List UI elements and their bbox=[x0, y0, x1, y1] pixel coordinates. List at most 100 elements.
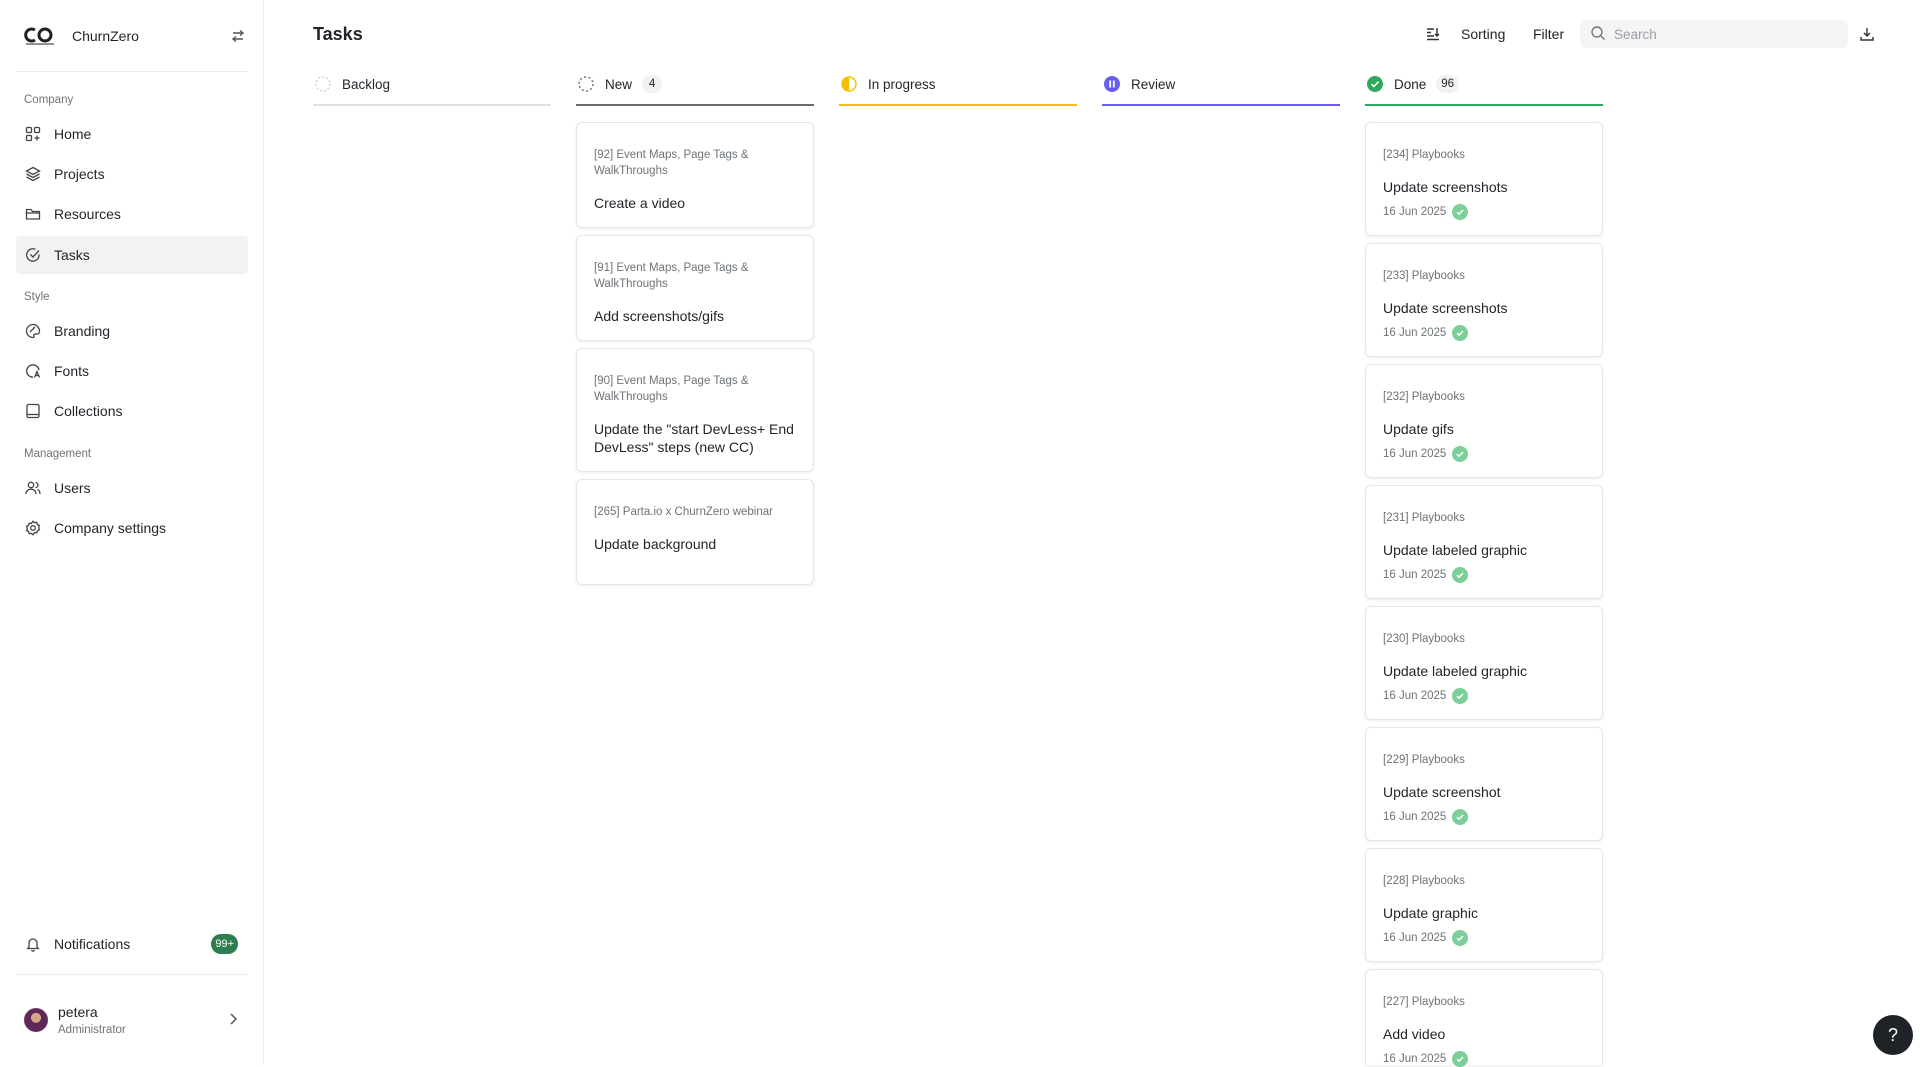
filter-button[interactable]: Filter bbox=[1533, 26, 1564, 42]
font-icon bbox=[24, 362, 42, 380]
search-icon bbox=[1590, 25, 1606, 44]
column-header[interactable]: Review bbox=[1102, 62, 1340, 106]
assignee-check-icon bbox=[1452, 809, 1469, 825]
section-company: Company bbox=[24, 94, 74, 106]
task-date: 16 Jun 2025 bbox=[1383, 206, 1447, 218]
chevron-right-icon bbox=[228, 1012, 238, 1029]
download-icon[interactable] bbox=[1857, 24, 1877, 44]
bell-icon bbox=[24, 935, 42, 953]
task-card[interactable]: [227] Playbooks Add video 16 Jun 2025 bbox=[1365, 969, 1603, 1067]
column-header[interactable]: In progress bbox=[839, 62, 1077, 106]
task-card[interactable]: [230] Playbooks Update labeled graphic 1… bbox=[1365, 606, 1603, 720]
task-meta: 16 Jun 2025 bbox=[1383, 688, 1585, 704]
task-meta: 16 Jun 2025 bbox=[1383, 930, 1585, 946]
column-underline bbox=[313, 104, 551, 106]
new-status-icon bbox=[578, 76, 594, 92]
task-card[interactable]: [233] Playbooks Update screenshots 16 Ju… bbox=[1365, 243, 1603, 357]
user-info: petera Administrator bbox=[58, 1004, 126, 1036]
column-in-progress: In progress bbox=[839, 62, 1077, 106]
task-date: 16 Jun 2025 bbox=[1383, 327, 1447, 339]
search-input[interactable] bbox=[1614, 26, 1834, 42]
sidebar-item-home[interactable]: Home bbox=[16, 115, 248, 153]
sidebar-item-branding[interactable]: Branding bbox=[16, 312, 248, 350]
sidebar-item-label: Projects bbox=[54, 166, 105, 182]
folder-icon bbox=[24, 205, 42, 223]
task-card[interactable]: [92] Event Maps, Page Tags & WalkThrough… bbox=[576, 122, 814, 228]
task-card[interactable]: [90] Event Maps, Page Tags & WalkThrough… bbox=[576, 348, 814, 472]
sidebar-item-fonts[interactable]: Fonts bbox=[16, 352, 248, 390]
sidebar-item-label: Fonts bbox=[54, 363, 90, 379]
sidebar-item-notifications[interactable]: Notifications 99+ bbox=[16, 925, 248, 963]
page-title: Tasks bbox=[313, 24, 363, 44]
sidebar-divider bbox=[16, 974, 248, 975]
review-status-icon bbox=[1104, 76, 1120, 92]
column-header[interactable]: New 4 bbox=[576, 62, 814, 106]
column-underline bbox=[1365, 104, 1603, 106]
column-name: New bbox=[605, 76, 633, 92]
sidebar-item-label: Users bbox=[54, 480, 91, 496]
task-date: 16 Jun 2025 bbox=[1383, 448, 1447, 460]
sidebar-item-users[interactable]: Users bbox=[16, 469, 248, 507]
sidebar-item-collections[interactable]: Collections bbox=[16, 392, 248, 430]
task-project: [90] Event Maps, Page Tags & WalkThrough… bbox=[594, 375, 749, 403]
sidebar-item-tasks[interactable]: Tasks bbox=[16, 236, 248, 274]
group-by-icon[interactable] bbox=[1423, 24, 1443, 44]
task-project: [265] Parta.io x ChurnZero webinar bbox=[594, 506, 773, 518]
stack-icon bbox=[24, 165, 42, 183]
task-title: Update gifs bbox=[1383, 421, 1454, 437]
assignee-check-icon bbox=[1452, 930, 1469, 946]
user-name: petera bbox=[58, 1004, 98, 1020]
task-title: Update labeled graphic bbox=[1383, 663, 1527, 679]
task-project: [227] Playbooks bbox=[1383, 996, 1465, 1008]
assignee-check-icon bbox=[1452, 325, 1469, 341]
task-card[interactable]: [232] Playbooks Update gifs 16 Jun 2025 bbox=[1365, 364, 1603, 478]
task-title: Update screenshots bbox=[1383, 179, 1508, 195]
switch-company-icon[interactable] bbox=[228, 26, 248, 46]
task-project: [234] Playbooks bbox=[1383, 149, 1465, 161]
section-management: Management bbox=[24, 448, 92, 460]
sidebar-item-label: Company settings bbox=[54, 520, 167, 536]
task-title: Add video bbox=[1383, 1026, 1446, 1042]
users-icon bbox=[24, 479, 42, 497]
task-title: Update background bbox=[594, 536, 717, 552]
brand[interactable]: ChurnZero bbox=[24, 22, 248, 50]
column-done: Done 96 bbox=[1365, 62, 1603, 106]
task-title: Create a video bbox=[594, 195, 686, 211]
task-card[interactable]: [265] Parta.io x ChurnZero webinar Updat… bbox=[576, 479, 814, 585]
section-style: Style bbox=[24, 291, 50, 303]
task-card[interactable]: [234] Playbooks Update screenshots 16 Ju… bbox=[1365, 122, 1603, 236]
task-meta: 16 Jun 2025 bbox=[1383, 204, 1585, 220]
book-icon bbox=[24, 402, 42, 420]
sidebar: ChurnZero Company Home Projects Resource… bbox=[0, 0, 264, 1065]
task-meta: 16 Jun 2025 bbox=[1383, 567, 1585, 583]
done-status-icon bbox=[1367, 76, 1383, 92]
help-button[interactable]: ? bbox=[1873, 1015, 1913, 1055]
sidebar-item-company-settings[interactable]: Company settings bbox=[16, 509, 248, 547]
column-review: Review bbox=[1102, 62, 1340, 106]
avatar bbox=[24, 1008, 48, 1032]
search-box[interactable] bbox=[1580, 20, 1848, 48]
column-name: Review bbox=[1131, 76, 1176, 92]
task-card[interactable]: [229] Playbooks Update screenshot 16 Jun… bbox=[1365, 727, 1603, 841]
sorting-button[interactable]: Sorting bbox=[1461, 26, 1505, 42]
task-card[interactable]: [228] Playbooks Update graphic 16 Jun 20… bbox=[1365, 848, 1603, 962]
column-name: Backlog bbox=[342, 76, 391, 92]
task-card[interactable]: [231] Playbooks Update labeled graphic 1… bbox=[1365, 485, 1603, 599]
user-menu[interactable]: petera Administrator bbox=[16, 996, 248, 1044]
column-count-badge: 96 bbox=[1436, 75, 1460, 93]
task-project: [229] Playbooks bbox=[1383, 754, 1465, 766]
column-name: In progress bbox=[868, 76, 936, 92]
task-project: [91] Event Maps, Page Tags & WalkThrough… bbox=[594, 262, 749, 290]
notification-count-badge: 99+ bbox=[211, 934, 238, 954]
sidebar-item-projects[interactable]: Projects bbox=[16, 155, 248, 193]
assignee-check-icon bbox=[1452, 688, 1469, 704]
task-card[interactable]: [91] Event Maps, Page Tags & WalkThrough… bbox=[576, 235, 814, 341]
sidebar-item-label: Branding bbox=[54, 323, 111, 339]
column-header[interactable]: Backlog bbox=[313, 62, 551, 106]
sidebar-item-resources[interactable]: Resources bbox=[16, 195, 248, 233]
task-project: [228] Playbooks bbox=[1383, 875, 1465, 887]
sidebar-item-label: Notifications bbox=[54, 936, 131, 952]
task-project: [232] Playbooks bbox=[1383, 391, 1465, 403]
sidebar-divider bbox=[16, 71, 248, 72]
column-header[interactable]: Done 96 bbox=[1365, 62, 1603, 106]
